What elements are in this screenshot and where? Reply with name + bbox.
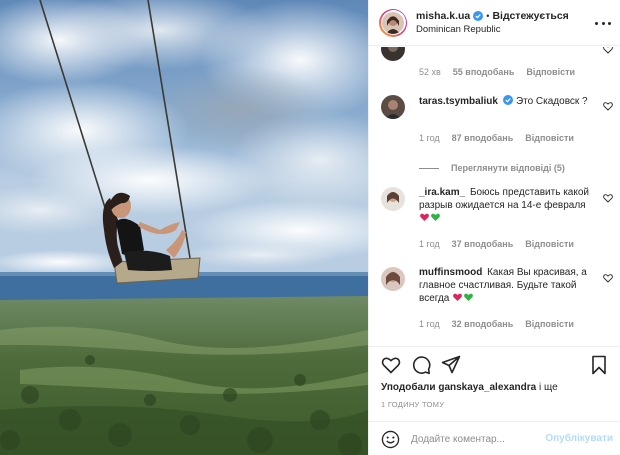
comment-body: taras.tsymbaliuk Это Скадовск ? bbox=[419, 95, 591, 109]
comment-meta: 52 хв 55 вподобань Відповісти bbox=[419, 67, 587, 77]
heart-icon[interactable] bbox=[603, 47, 613, 54]
comment-username[interactable]: muffinsmood bbox=[419, 267, 482, 278]
comment-icon[interactable] bbox=[411, 355, 431, 375]
post-header: misha.k.ua • Відстежується Dominican Rep… bbox=[369, 0, 620, 46]
liked-by: Уподобали ganskaya_alexandra і ще bbox=[381, 382, 558, 393]
comment-time[interactable]: 1 год bbox=[419, 239, 440, 249]
share-icon[interactable] bbox=[441, 355, 461, 375]
view-replies-button[interactable]: Переглянути відповіді (5) bbox=[419, 163, 565, 173]
red-heart-emoji-icon bbox=[420, 213, 429, 221]
red-heart-emoji-icon bbox=[453, 293, 463, 301]
comment-time[interactable]: 52 хв bbox=[419, 67, 441, 77]
author-avatar-image bbox=[382, 11, 404, 34]
comment-meta: 1 год 87 вподобань Відповісти bbox=[419, 133, 586, 143]
bookmark-icon[interactable] bbox=[589, 355, 609, 375]
comment-avatar-image bbox=[381, 267, 405, 291]
comments-list: 52 хв 55 вподобань Відповісти taras.tsymba… bbox=[369, 47, 620, 347]
comment-composer: Опублікувати bbox=[369, 421, 620, 455]
post-comment-button[interactable]: Опублікувати bbox=[545, 433, 613, 444]
view-replies-label: Переглянути відповіді (5) bbox=[451, 163, 565, 173]
comment-username[interactable]: taras.tsymbaliuk bbox=[419, 96, 498, 107]
heart-icon[interactable] bbox=[603, 101, 613, 111]
comment-likes[interactable]: 87 вподобань bbox=[452, 133, 514, 143]
comment-body: _ira.kam_ Боюсь представить какой разрыв… bbox=[419, 187, 591, 226]
verified-icon bbox=[473, 11, 484, 21]
comment-avatar[interactable] bbox=[381, 187, 405, 211]
header-text: misha.k.ua • Відстежується Dominican Rep… bbox=[416, 10, 569, 36]
swing-photo-image bbox=[0, 0, 368, 455]
reply-button[interactable]: Відповісти bbox=[525, 239, 574, 249]
comment-username[interactable]: _ira.kam_ bbox=[419, 187, 465, 198]
comment-text: Это Скадовск ? bbox=[515, 96, 588, 107]
post-photo[interactable] bbox=[0, 0, 368, 455]
reply-button[interactable]: Відповісти bbox=[526, 67, 575, 77]
emoji-icon[interactable] bbox=[381, 430, 400, 449]
comment-meta: 1 год 37 вподобань Відповісти bbox=[419, 239, 586, 249]
liked-by-prefix: Уподобали bbox=[381, 382, 436, 393]
comment-likes[interactable]: 55 вподобань bbox=[453, 67, 515, 77]
following-button[interactable]: Відстежується bbox=[492, 10, 568, 23]
comment-likes[interactable]: 37 вподобань bbox=[452, 239, 514, 249]
more-options-icon[interactable] bbox=[595, 16, 611, 30]
author-username[interactable]: misha.k.ua bbox=[416, 10, 470, 23]
comment-avatar[interactable] bbox=[381, 267, 405, 291]
green-heart-emoji-icon bbox=[431, 213, 440, 221]
comment-meta: 1 год 32 вподобань Відповісти bbox=[419, 319, 586, 329]
comment-avatar[interactable] bbox=[381, 95, 405, 119]
replies-divider bbox=[419, 167, 439, 169]
verified-icon bbox=[502, 95, 513, 105]
comment-avatar-image bbox=[381, 187, 405, 211]
comment-time[interactable]: 1 год bbox=[419, 319, 440, 329]
comment-avatar[interactable] bbox=[381, 47, 405, 61]
separator-dot: • bbox=[486, 10, 490, 21]
post-actions: Уподобали ganskaya_alexandra і ще 1 ГОДИ… bbox=[369, 346, 620, 411]
liked-by-user[interactable]: ganskaya_alexandra bbox=[438, 382, 536, 393]
heart-icon[interactable] bbox=[603, 273, 613, 283]
reply-button[interactable]: Відповісти bbox=[525, 319, 574, 329]
reply-button[interactable]: Відповісти bbox=[525, 133, 574, 143]
comment-avatar-image bbox=[381, 95, 405, 119]
green-heart-emoji-icon bbox=[464, 293, 474, 301]
comment-avatar-image bbox=[381, 47, 405, 61]
comment-likes[interactable]: 32 вподобань bbox=[452, 319, 514, 329]
post-timestamp[interactable]: 1 ГОДИНУ ТОМУ bbox=[381, 400, 444, 409]
post-sidebar: misha.k.ua • Відстежується Dominican Rep… bbox=[368, 0, 620, 455]
liked-by-suffix[interactable]: і ще bbox=[539, 382, 558, 393]
comment-body: muffinsmood Какая Вы красивая, а главное… bbox=[419, 267, 591, 306]
post-location[interactable]: Dominican Republic bbox=[416, 23, 569, 36]
comment-input[interactable] bbox=[411, 431, 541, 447]
like-heart-icon[interactable] bbox=[381, 355, 401, 375]
post-view: misha.k.ua • Відстежується Dominican Rep… bbox=[0, 0, 620, 455]
heart-icon[interactable] bbox=[603, 193, 613, 203]
author-avatar[interactable] bbox=[379, 8, 407, 37]
comment-time[interactable]: 1 год bbox=[419, 133, 440, 143]
